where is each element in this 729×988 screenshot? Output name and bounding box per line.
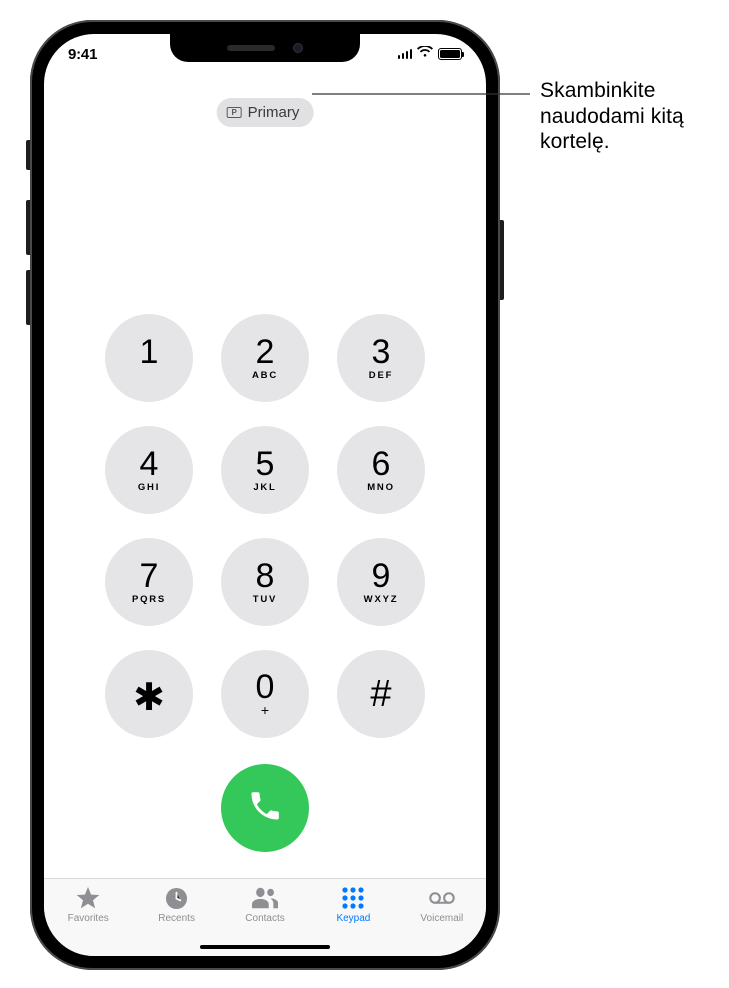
key-2[interactable]: 2 ABC bbox=[221, 314, 309, 402]
tab-voicemail[interactable]: Voicemail bbox=[398, 886, 486, 924]
tab-label: Recents bbox=[158, 913, 195, 924]
battery-icon bbox=[438, 48, 462, 60]
key-digit: 0 bbox=[256, 670, 275, 704]
key-digit: # bbox=[370, 675, 391, 713]
key-star[interactable]: ✱ bbox=[105, 650, 193, 738]
cellular-signal-icon bbox=[398, 49, 413, 59]
call-button[interactable] bbox=[221, 764, 309, 852]
key-0[interactable]: 0 + bbox=[221, 650, 309, 738]
key-digit: 5 bbox=[256, 447, 275, 481]
tab-label: Favorites bbox=[68, 913, 109, 924]
key-3[interactable]: 3 DEF bbox=[337, 314, 425, 402]
earpiece-speaker bbox=[227, 45, 275, 51]
tab-contacts[interactable]: Contacts bbox=[221, 886, 309, 924]
sim-label: Primary bbox=[248, 104, 300, 121]
key-letters: DEF bbox=[369, 370, 393, 381]
home-indicator[interactable] bbox=[200, 945, 330, 950]
volume-down-button bbox=[26, 270, 30, 325]
key-letters: TUV bbox=[253, 594, 277, 605]
clock-icon bbox=[164, 886, 190, 910]
status-time: 9:41 bbox=[68, 46, 97, 63]
tab-favorites[interactable]: Favorites bbox=[44, 886, 132, 924]
voicemail-icon bbox=[429, 886, 455, 910]
key-5[interactable]: 5 JKL bbox=[221, 426, 309, 514]
key-digit: 7 bbox=[140, 559, 159, 593]
notch bbox=[170, 34, 360, 62]
tab-recents[interactable]: Recents bbox=[132, 886, 220, 924]
wifi-icon bbox=[417, 45, 433, 63]
keypad-icon bbox=[340, 886, 366, 910]
status-indicators bbox=[398, 45, 463, 63]
key-digit: 6 bbox=[372, 447, 391, 481]
key-1[interactable]: 1 bbox=[105, 314, 193, 402]
side-button bbox=[500, 220, 504, 300]
mute-switch bbox=[26, 140, 30, 170]
star-icon bbox=[75, 886, 101, 910]
key-letters: JKL bbox=[253, 482, 276, 493]
tab-label: Keypad bbox=[336, 913, 370, 924]
key-digit: 9 bbox=[372, 559, 391, 593]
key-letters: GHI bbox=[138, 482, 160, 493]
screen: 9:41 P Primary 1 bbox=[44, 34, 486, 956]
key-9[interactable]: 9 WXYZ bbox=[337, 538, 425, 626]
key-6[interactable]: 6 MNO bbox=[337, 426, 425, 514]
sim-selector-pill[interactable]: P Primary bbox=[217, 98, 314, 127]
key-pound[interactable]: # bbox=[337, 650, 425, 738]
key-digit: ✱ bbox=[133, 679, 165, 717]
key-letters: + bbox=[261, 702, 269, 718]
sim-badge-icon: P bbox=[227, 107, 242, 118]
phone-frame: 9:41 P Primary 1 bbox=[30, 20, 500, 970]
key-7[interactable]: 7 PQRS bbox=[105, 538, 193, 626]
key-digit: 8 bbox=[256, 559, 275, 593]
key-letters: MNO bbox=[367, 482, 395, 493]
key-4[interactable]: 4 GHI bbox=[105, 426, 193, 514]
key-digit: 4 bbox=[140, 447, 159, 481]
keypad-grid: 1 2 ABC 3 DEF 4 GHI 5 JKL bbox=[44, 314, 486, 738]
front-camera bbox=[293, 43, 303, 53]
key-digit: 2 bbox=[256, 335, 275, 369]
tab-keypad[interactable]: Keypad bbox=[309, 886, 397, 924]
figure-stage: 9:41 P Primary 1 bbox=[0, 0, 729, 988]
key-letters: WXYZ bbox=[364, 594, 399, 605]
key-digit: 3 bbox=[372, 335, 391, 369]
key-letters: PQRS bbox=[132, 594, 166, 605]
key-8[interactable]: 8 TUV bbox=[221, 538, 309, 626]
callout-text: Skambinkite naudodami kitą kortelę. bbox=[540, 78, 729, 155]
tab-label: Contacts bbox=[245, 913, 284, 924]
tab-label: Voicemail bbox=[420, 913, 463, 924]
key-letters: ABC bbox=[252, 370, 278, 381]
phone-icon bbox=[247, 788, 283, 829]
key-digit: 1 bbox=[140, 335, 159, 369]
volume-up-button bbox=[26, 200, 30, 255]
contacts-icon bbox=[252, 886, 278, 910]
